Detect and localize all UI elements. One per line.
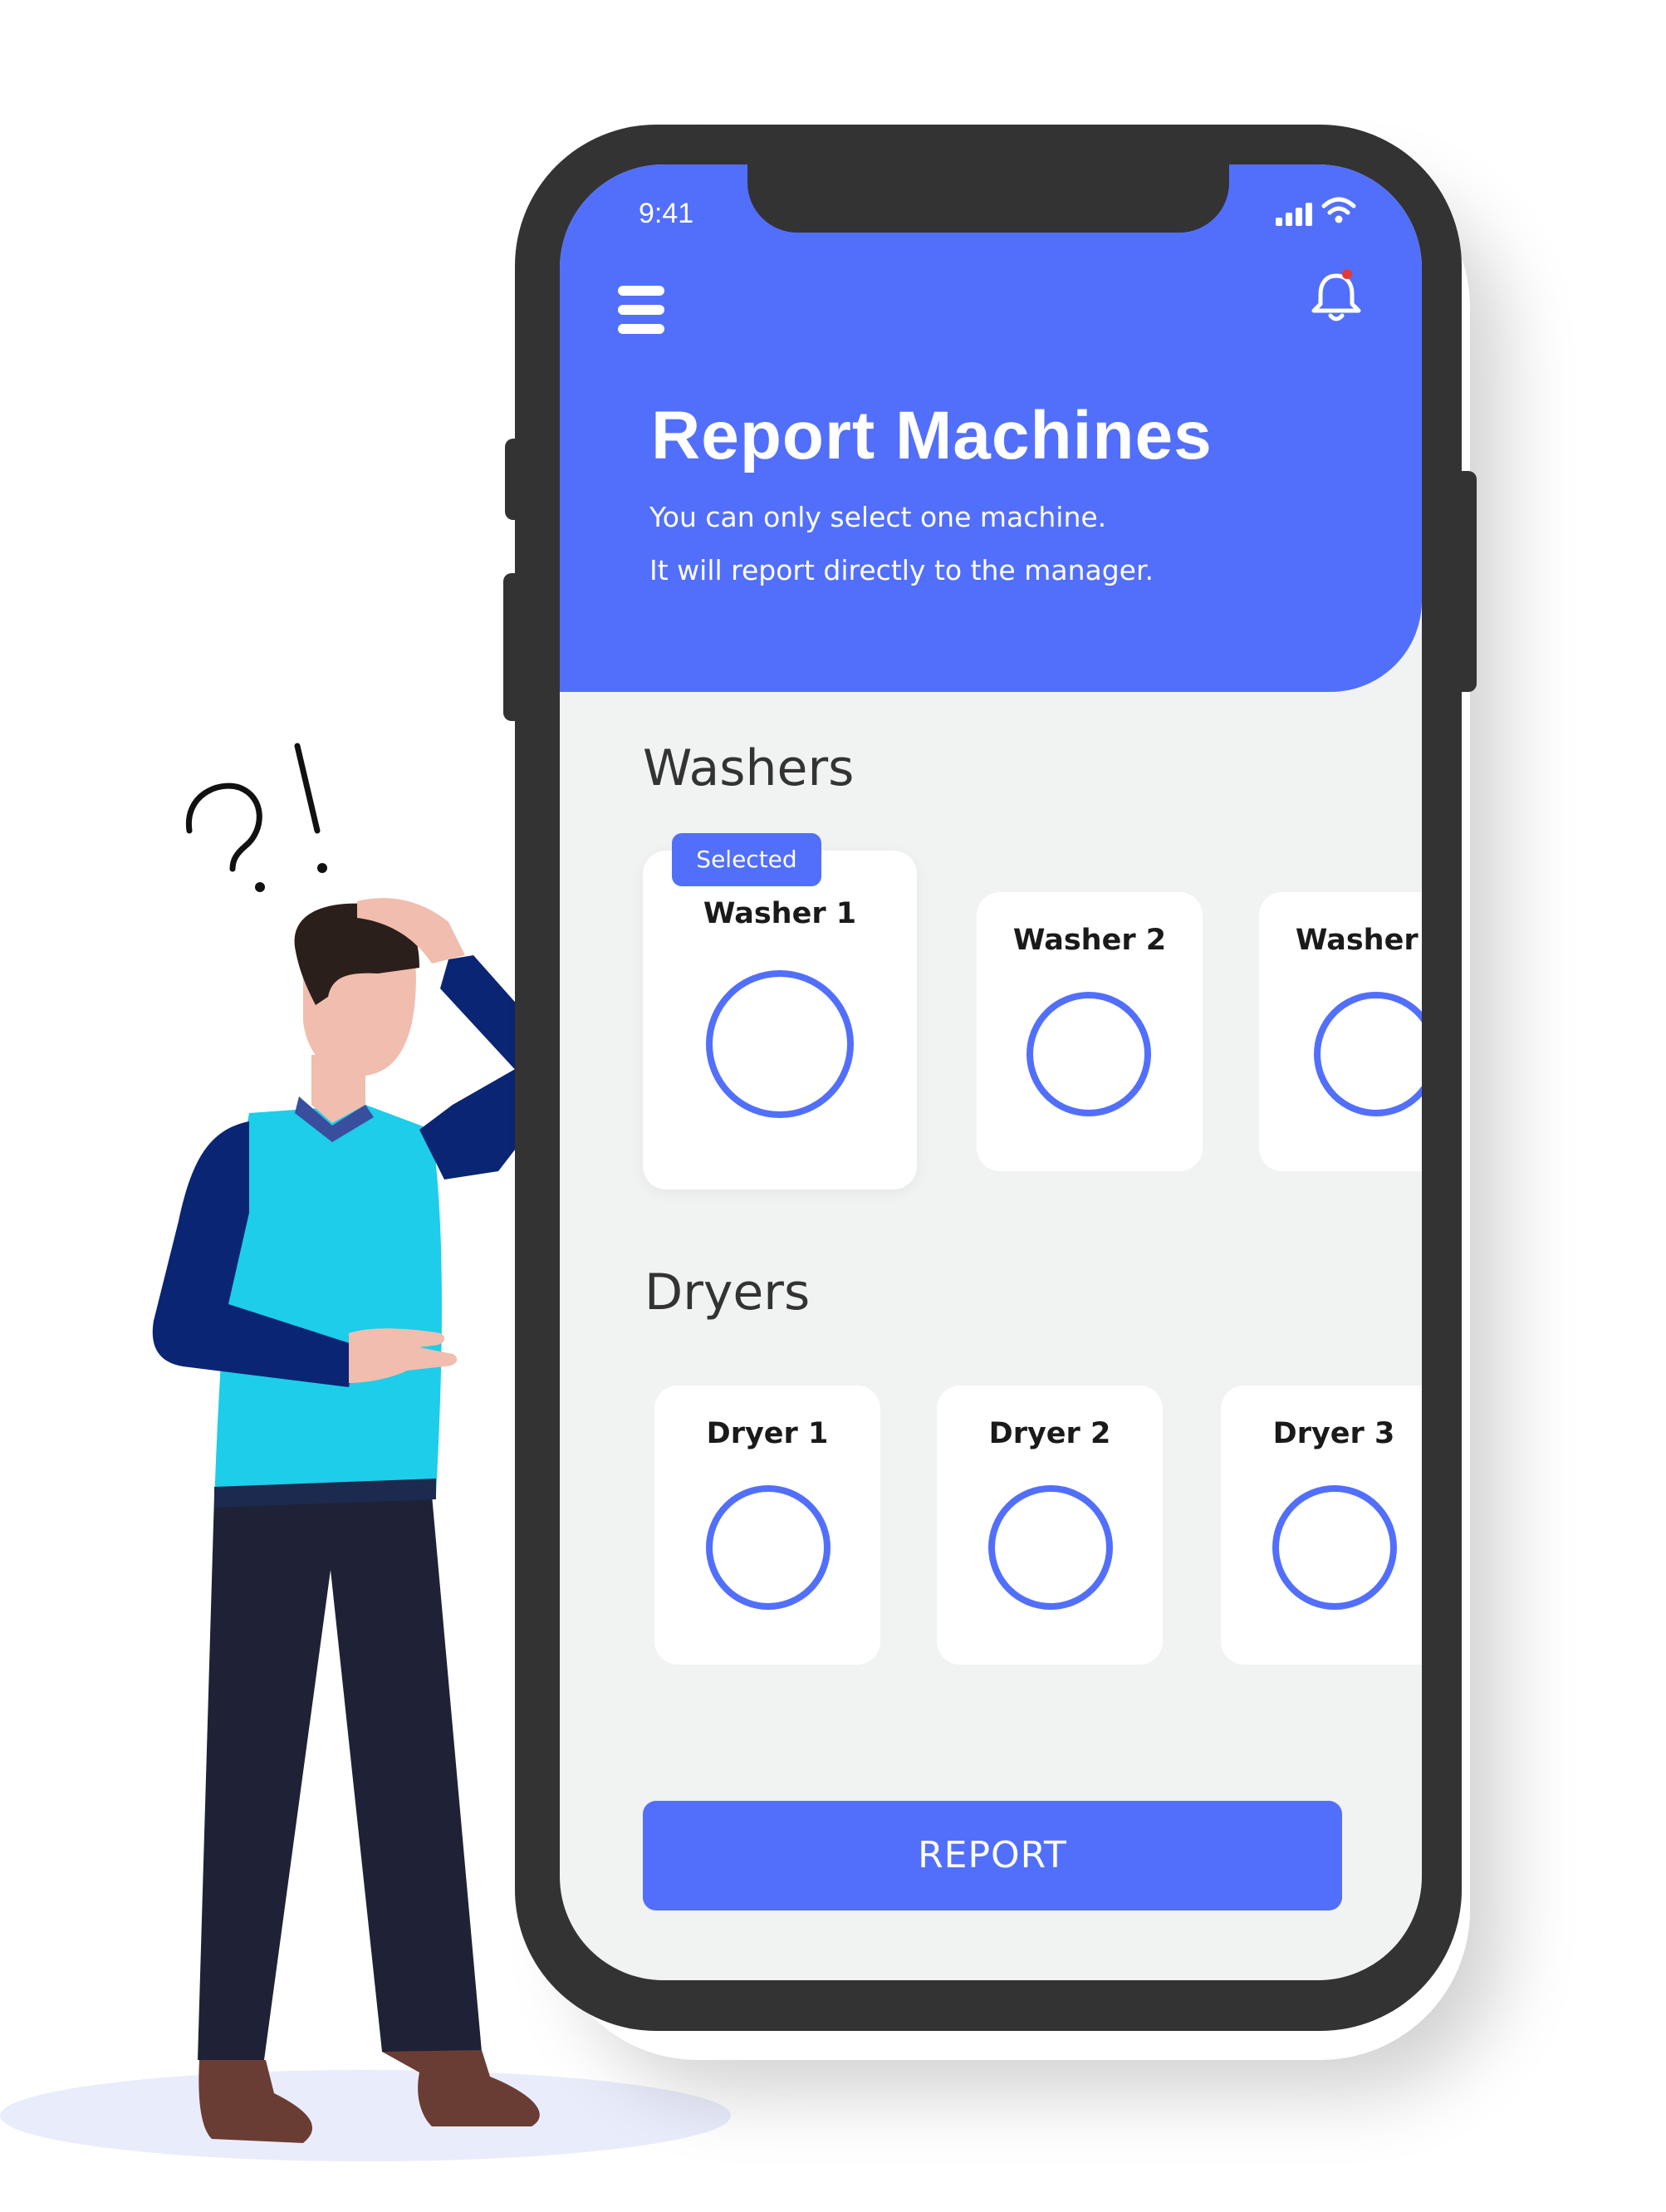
person-ear bbox=[307, 982, 337, 1012]
report-button[interactable]: REPORT bbox=[643, 1801, 1342, 1910]
page-subtitle-line-2: It will report directly to the manager. bbox=[649, 554, 1154, 586]
washer-drum-icon bbox=[1027, 992, 1151, 1116]
person-left-hand bbox=[349, 1328, 458, 1383]
washer-card-label: Washer 2 bbox=[1012, 924, 1167, 957]
wifi-icon bbox=[1321, 197, 1356, 223]
washer-card-label: Washer 3 bbox=[1295, 924, 1422, 957]
hamburger-menu-icon[interactable] bbox=[618, 286, 664, 334]
status-time: 9:41 bbox=[639, 198, 694, 229]
cellular-signal-icon bbox=[1276, 203, 1312, 226]
page-subtitle-line-1: You can only select one machine. bbox=[649, 501, 1107, 533]
floor-shadow bbox=[0, 2070, 731, 2161]
question-mark-dot bbox=[255, 882, 265, 892]
washer-card-2[interactable]: Washer 2 bbox=[977, 892, 1203, 1171]
person-face bbox=[303, 906, 416, 1077]
dryer-drum-icon bbox=[706, 1485, 831, 1610]
dryer-card-3[interactable]: Dryer 3 bbox=[1221, 1386, 1422, 1665]
person-vest bbox=[214, 1105, 442, 1503]
notification-bell-icon[interactable] bbox=[1307, 267, 1365, 326]
person-left-arm bbox=[152, 1121, 357, 1387]
dryers-section-title: Dryers bbox=[644, 1263, 811, 1322]
person-pants bbox=[198, 1495, 482, 2060]
dryer-drum-icon bbox=[1272, 1485, 1397, 1610]
dryer-card-label: Dryer 2 bbox=[988, 1417, 1111, 1450]
phone-screen: 9:41 Report Machines You can only select… bbox=[560, 164, 1422, 1980]
person-hair bbox=[294, 903, 419, 1005]
washer-card-1[interactable]: Washer 1 bbox=[643, 851, 917, 1189]
dryer-card-1[interactable]: Dryer 1 bbox=[654, 1386, 880, 1665]
washer-card-label: Washer 1 bbox=[703, 897, 857, 930]
person-collar bbox=[295, 1096, 374, 1142]
dryer-card-2[interactable]: Dryer 2 bbox=[937, 1386, 1163, 1665]
dryer-card-label: Dryer 1 bbox=[706, 1417, 829, 1450]
phone-notch bbox=[747, 164, 1229, 233]
exclamation-glyph bbox=[294, 743, 321, 834]
notification-dot bbox=[1342, 269, 1352, 279]
selected-badge: Selected bbox=[672, 833, 821, 886]
washer-drum-icon bbox=[1314, 992, 1422, 1116]
washers-section-title: Washers bbox=[643, 739, 855, 797]
person-right-hand bbox=[357, 898, 465, 964]
exclamation-dot bbox=[317, 863, 327, 873]
washer-card-3[interactable]: Washer 3 bbox=[1259, 892, 1422, 1171]
dryer-drum-icon bbox=[988, 1485, 1113, 1610]
dryer-card-label: Dryer 3 bbox=[1272, 1417, 1395, 1450]
washer-drum-icon bbox=[706, 970, 854, 1118]
page-title: Report Machines bbox=[651, 398, 1213, 473]
question-mark-glyph bbox=[185, 782, 262, 872]
